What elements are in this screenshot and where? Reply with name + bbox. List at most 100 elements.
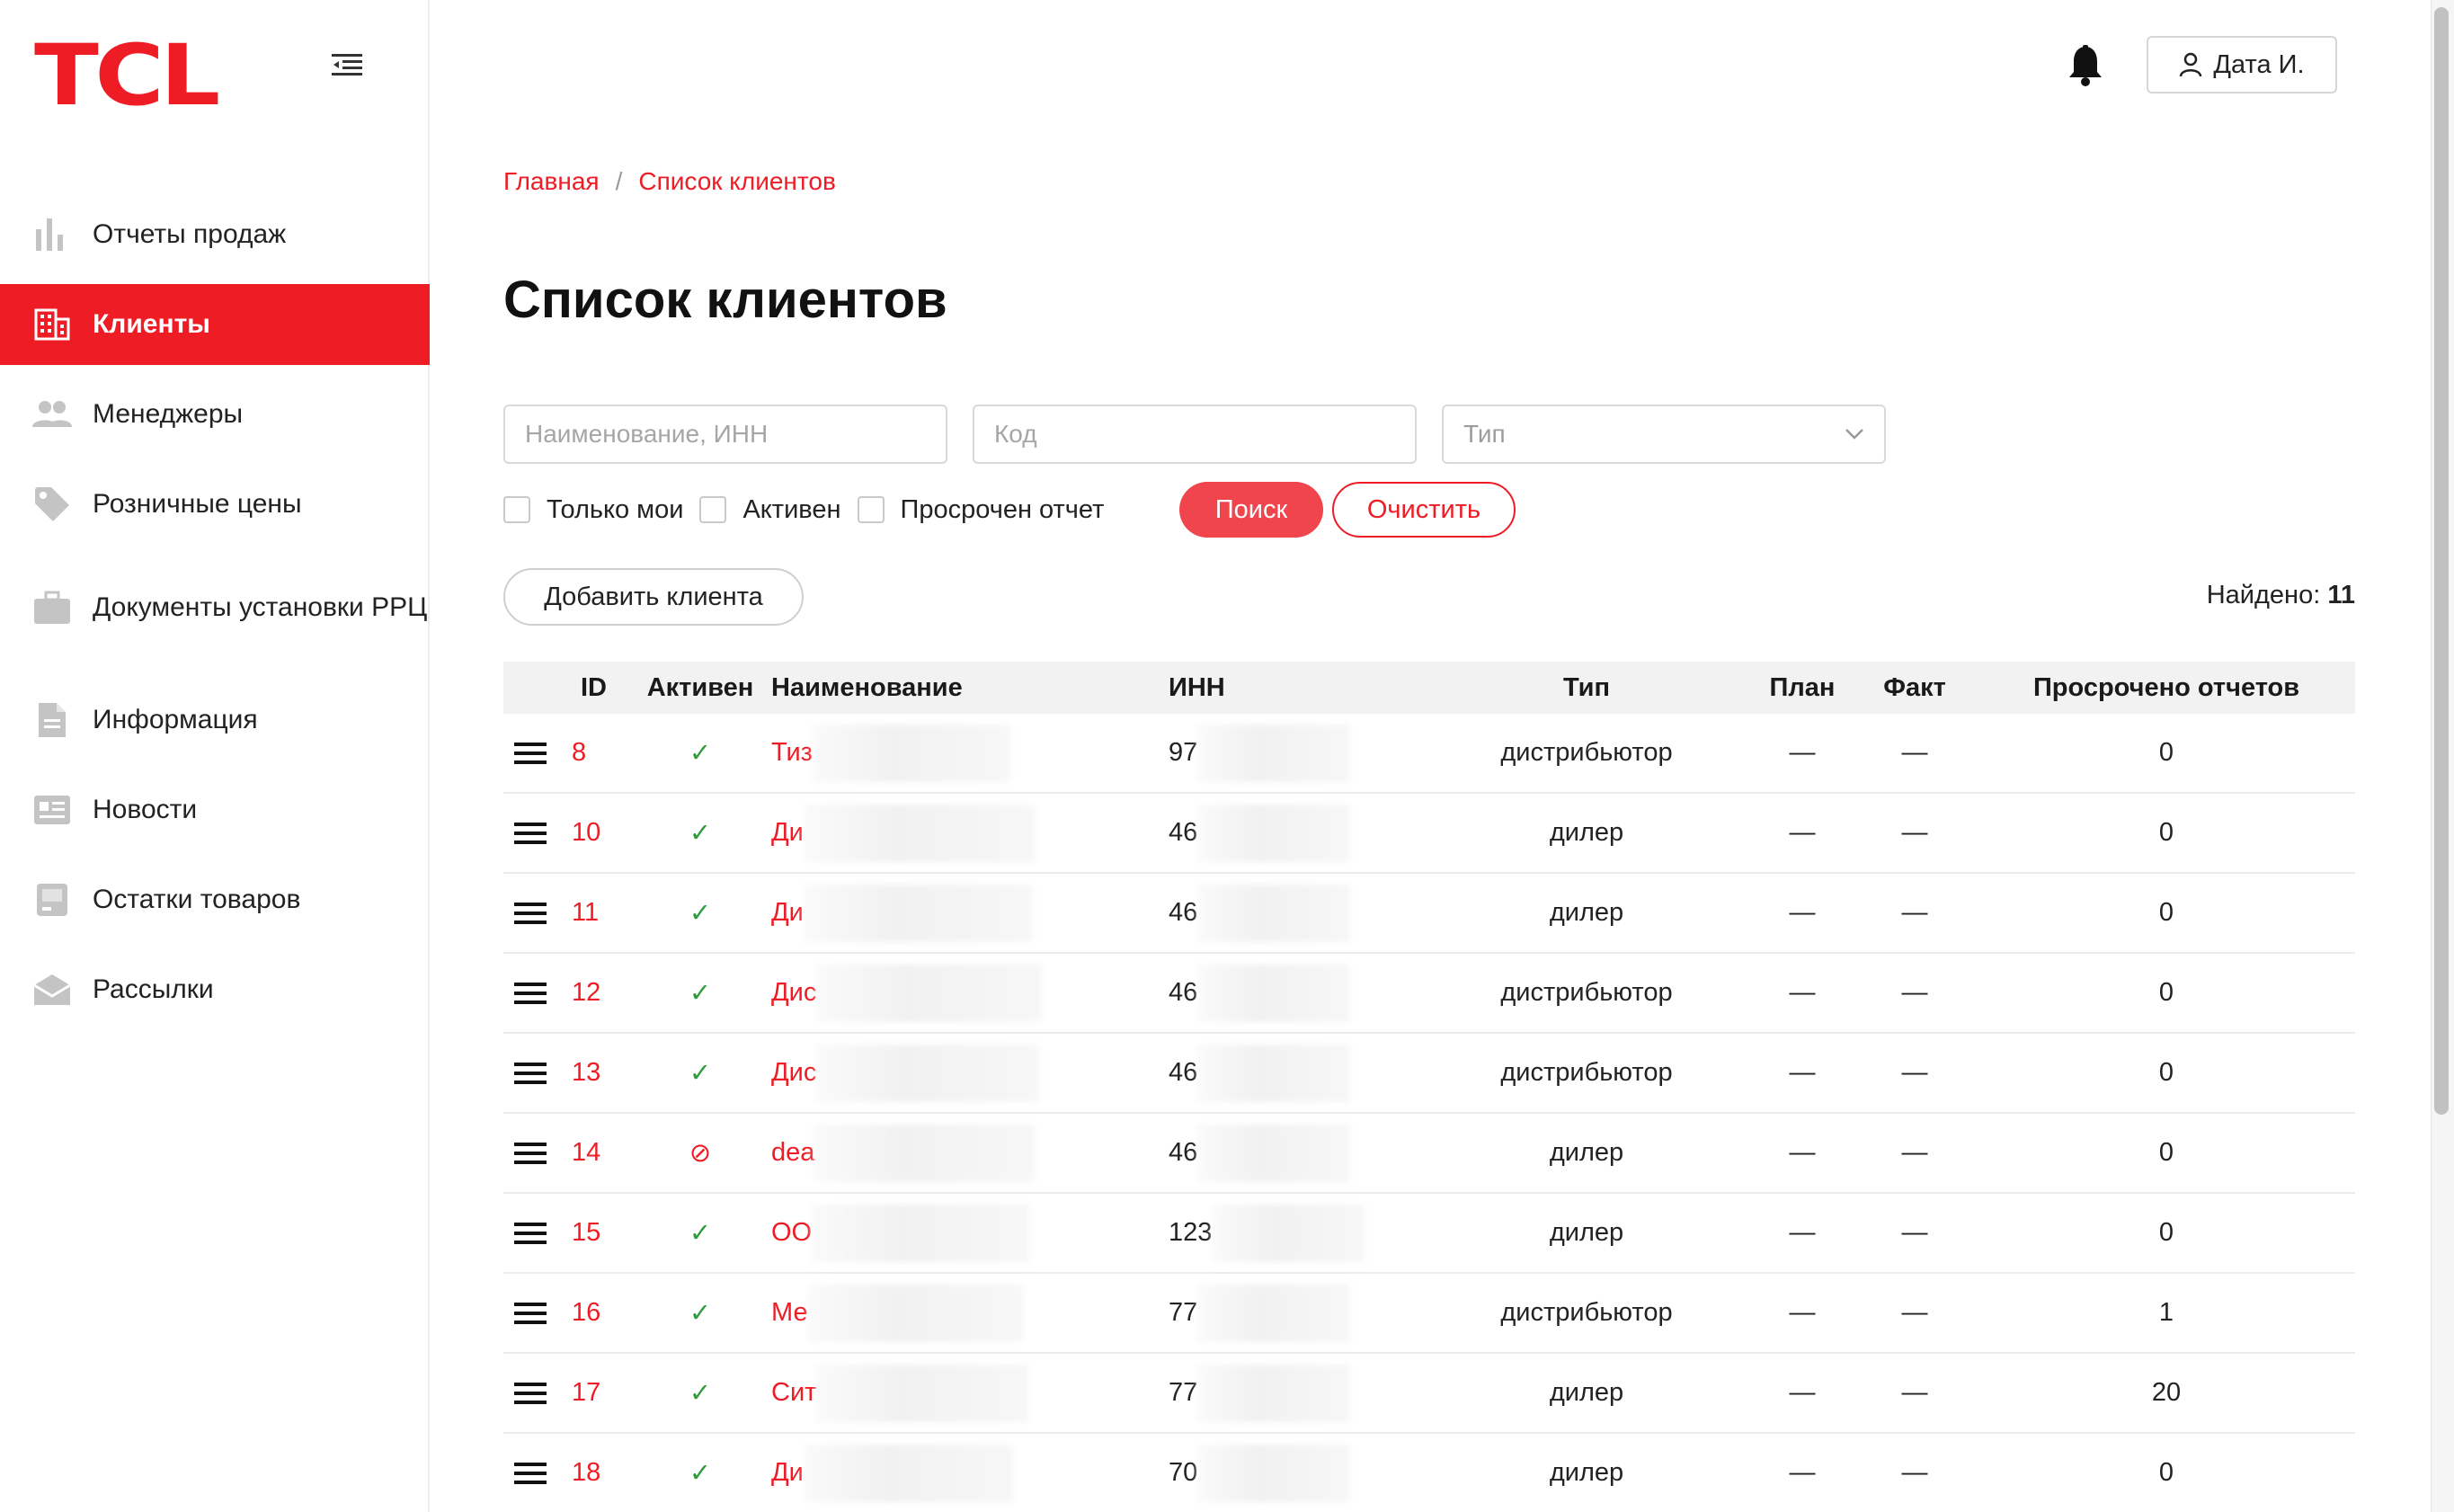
table-row[interactable]: 16 ✓ Ме 77 дистрибьютор — — 1 xyxy=(503,1274,2355,1354)
table-row[interactable]: 14 ⊘ dea 46 дилер — — 0 xyxy=(503,1114,2355,1194)
client-id-link[interactable]: 8 xyxy=(563,738,586,767)
name-cell: Тиз xyxy=(771,724,1169,782)
sidebar-item-sales-reports[interactable]: Отчеты продаж xyxy=(0,194,430,275)
client-id-link[interactable]: 16 xyxy=(563,1298,600,1327)
active-check-icon: ✓ xyxy=(689,1059,712,1088)
hamburger-menu-icon[interactable] xyxy=(514,1220,547,1247)
inn-value: 123 xyxy=(1169,1218,1213,1247)
fact-cell: — xyxy=(1901,1458,1928,1487)
code-field[interactable] xyxy=(973,405,1417,464)
client-name-link[interactable]: ОО xyxy=(771,1218,812,1248)
table-row[interactable]: 8 ✓ Тиз 97 дистрибьютор — — 0 xyxy=(503,714,2355,794)
client-id-link[interactable]: 18 xyxy=(563,1458,600,1487)
sidebar-item-retail-prices[interactable]: Розничные цены xyxy=(0,464,430,545)
header-overdue[interactable]: Просрочено отчетов xyxy=(1978,673,2355,703)
client-id-link[interactable]: 17 xyxy=(563,1378,600,1407)
chevron-down-icon xyxy=(1845,429,1863,440)
type-select[interactable]: Тип xyxy=(1442,405,1886,464)
active-check-icon: ✓ xyxy=(689,819,712,848)
plan-cell: — xyxy=(1789,1458,1816,1487)
document-icon xyxy=(31,698,74,742)
found-label: Найдено: xyxy=(2206,581,2321,609)
client-id-link[interactable]: 12 xyxy=(563,978,600,1007)
active-check-icon: ✓ xyxy=(689,1219,712,1248)
id-cell: 12 xyxy=(563,978,629,1008)
code-input[interactable] xyxy=(994,420,1415,449)
type-cell: дилер xyxy=(1549,818,1624,847)
type-cell: дистрибьютор xyxy=(1500,1298,1673,1327)
checkbox-box[interactable] xyxy=(503,496,530,523)
sidebar-item-news[interactable]: Новости xyxy=(0,769,430,850)
table-row[interactable]: 12 ✓ Дис 46 дистрибьютор — — 0 xyxy=(503,954,2355,1034)
hamburger-menu-icon[interactable] xyxy=(514,1140,547,1167)
type-cell: дистрибьютор xyxy=(1500,1058,1673,1087)
name-cell: Ди xyxy=(771,804,1169,862)
table-row[interactable]: 10 ✓ Ди 46 дилер — — 0 xyxy=(503,794,2355,874)
checkbox-box[interactable] xyxy=(857,496,885,523)
checkbox-box[interactable] xyxy=(699,496,727,523)
sidebar-item-mailings[interactable]: Рассылки xyxy=(0,949,430,1030)
hamburger-menu-icon[interactable] xyxy=(514,980,547,1007)
user-menu-button[interactable]: Дата И. xyxy=(2147,36,2337,93)
collapse-menu-button[interactable] xyxy=(329,47,365,83)
redacted-name xyxy=(807,1284,1023,1342)
client-id-link[interactable]: 14 xyxy=(563,1138,600,1167)
header-fact[interactable]: Факт xyxy=(1852,673,1978,703)
table-row[interactable]: 15 ✓ ОО 123 дилер — — 0 xyxy=(503,1194,2355,1274)
client-name-link[interactable]: Ди xyxy=(771,898,804,928)
client-name-link[interactable]: Дис xyxy=(771,978,816,1008)
people-icon xyxy=(31,393,74,436)
active-cell: ✓ xyxy=(629,1457,771,1489)
scrollbar-thumb[interactable] xyxy=(2434,7,2449,1115)
overdue-cell: 0 xyxy=(2158,738,2174,767)
sidebar-item-information[interactable]: Информация xyxy=(0,680,430,760)
add-client-button[interactable]: Добавить клиента xyxy=(503,568,804,626)
header-name[interactable]: Наименование xyxy=(771,673,1169,703)
hamburger-menu-icon[interactable] xyxy=(514,1300,547,1327)
notifications-button[interactable] xyxy=(2067,45,2107,88)
tcl-logo[interactable]: TCL xyxy=(34,34,220,119)
header-inn[interactable]: ИНН xyxy=(1169,673,1420,703)
client-id-link[interactable]: 10 xyxy=(563,818,600,847)
active-cell: ✓ xyxy=(629,897,771,929)
client-id-link[interactable]: 15 xyxy=(563,1218,600,1247)
hamburger-menu-icon[interactable] xyxy=(514,820,547,847)
client-name-link[interactable]: Тиз xyxy=(771,738,813,768)
name-inn-field[interactable] xyxy=(503,405,947,464)
client-name-link[interactable]: Дис xyxy=(771,1058,816,1088)
client-id-link[interactable]: 13 xyxy=(563,1058,600,1087)
client-name-link[interactable]: Ди xyxy=(771,818,804,848)
hamburger-menu-icon[interactable] xyxy=(514,1060,547,1087)
client-name-link[interactable]: Ме xyxy=(771,1298,808,1328)
breadcrumb-current-link[interactable]: Список клиентов xyxy=(638,167,835,196)
overdue-report-checkbox[interactable]: Просрочен отчет xyxy=(857,495,1104,525)
client-name-link[interactable]: Сит xyxy=(771,1378,816,1408)
header-id[interactable]: ID xyxy=(563,673,629,703)
tag-icon xyxy=(31,483,74,526)
hamburger-menu-icon[interactable] xyxy=(514,900,547,927)
active-checkbox[interactable]: Активен xyxy=(699,495,841,525)
table-row[interactable]: 18 ✓ Ди 70 дилер — — 0 xyxy=(503,1434,2355,1512)
client-name-link[interactable]: Ди xyxy=(771,1458,804,1488)
table-row[interactable]: 13 ✓ Дис 46 дистрибьютор — — 0 xyxy=(503,1034,2355,1114)
sidebar-item-inventory[interactable]: Остатки товаров xyxy=(0,859,430,940)
breadcrumb-home-link[interactable]: Главная xyxy=(503,167,600,196)
hamburger-menu-icon[interactable] xyxy=(514,1460,547,1487)
table-row[interactable]: 11 ✓ Ди 46 дилер — — 0 xyxy=(503,874,2355,954)
only-mine-checkbox[interactable]: Только мои xyxy=(503,495,683,525)
inn-cell: 77 xyxy=(1169,1364,1420,1422)
table-row[interactable]: 17 ✓ Сит 77 дилер — — 20 xyxy=(503,1354,2355,1434)
sidebar-item-managers[interactable]: Менеджеры xyxy=(0,374,430,455)
clear-button[interactable]: Очистить xyxy=(1332,482,1516,538)
hamburger-menu-icon[interactable] xyxy=(514,740,547,767)
sidebar-item-clients[interactable]: Клиенты xyxy=(0,284,430,365)
header-plan[interactable]: План xyxy=(1753,673,1852,703)
name-inn-input[interactable] xyxy=(525,420,946,449)
search-button[interactable]: Поиск xyxy=(1179,482,1323,538)
sidebar-item-rrp-documents[interactable]: Документы установки РРЦ xyxy=(0,554,430,662)
client-name-link[interactable]: dea xyxy=(771,1138,814,1168)
header-type[interactable]: Тип xyxy=(1420,673,1753,703)
header-active[interactable]: Активен xyxy=(629,673,771,703)
hamburger-menu-icon[interactable] xyxy=(514,1380,547,1407)
client-id-link[interactable]: 11 xyxy=(563,898,599,927)
